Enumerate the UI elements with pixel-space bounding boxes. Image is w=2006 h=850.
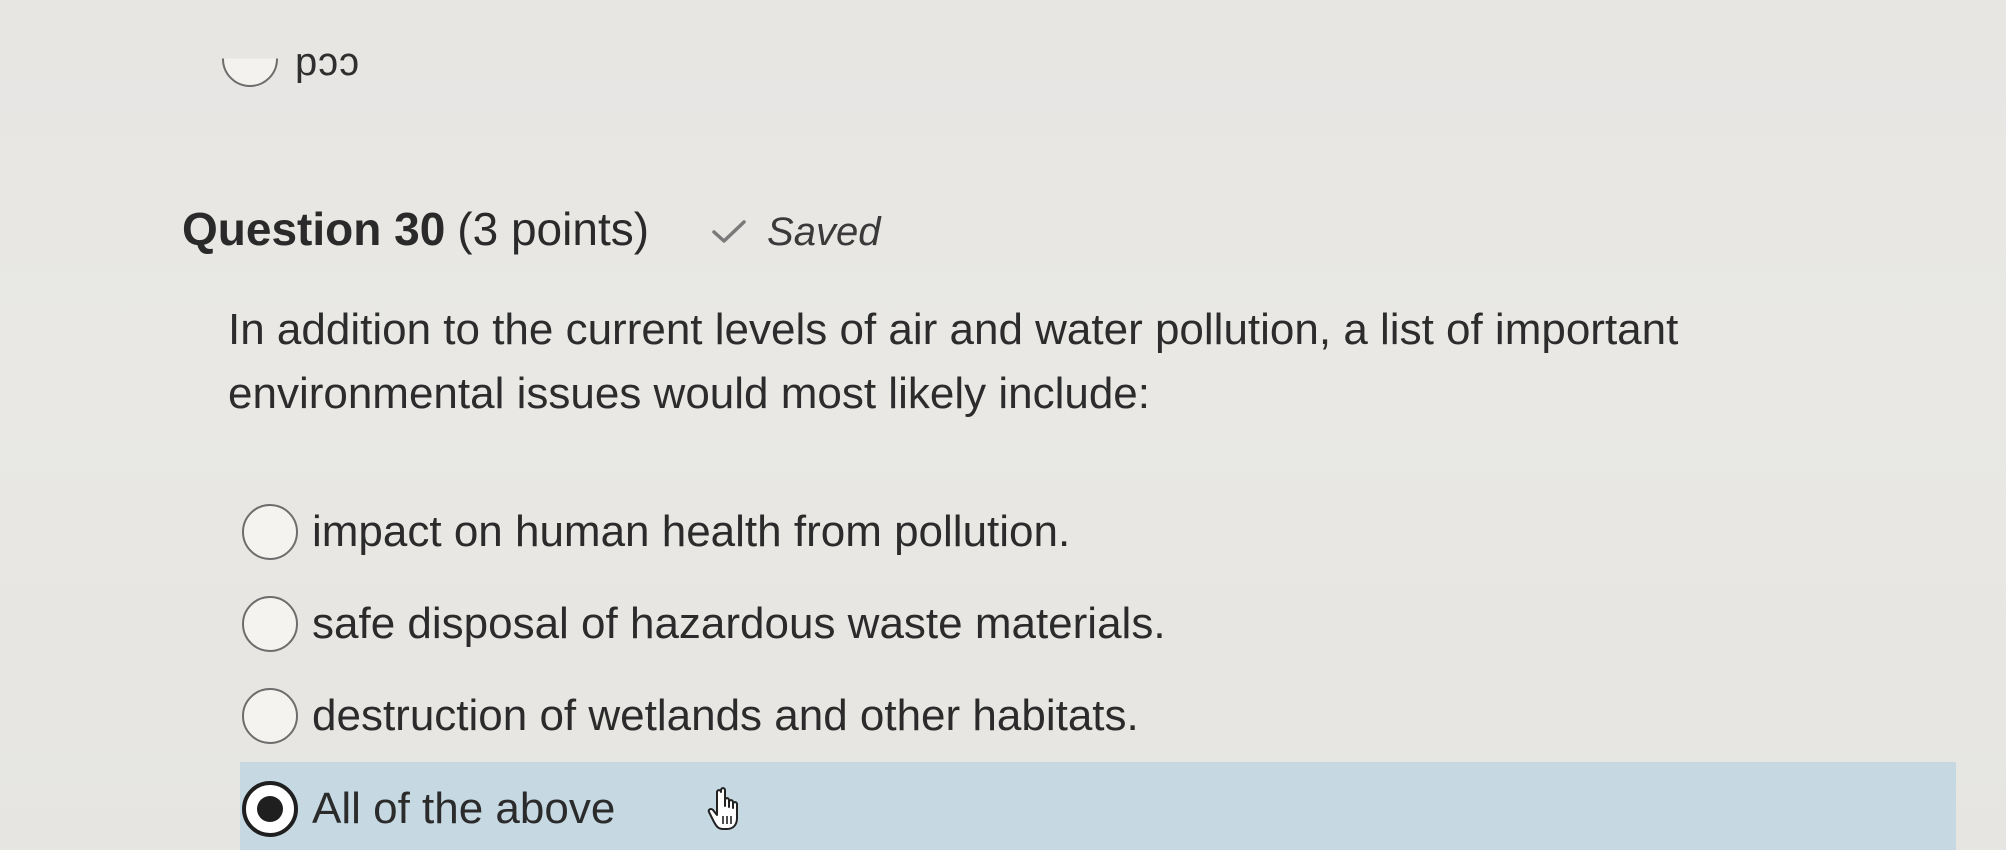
question-title: Question 30 <box>182 203 446 255</box>
check-icon <box>712 220 746 243</box>
answer-option[interactable]: destruction of wetlands and other habita… <box>240 670 1956 762</box>
hand-pointer-icon <box>708 787 739 830</box>
question-points: (3 points) <box>457 203 650 255</box>
answer-option-label: safe disposal of hazardous waste materia… <box>312 599 1166 648</box>
radio-button-selected[interactable] <box>242 781 298 837</box>
saved-status: Saved <box>711 210 880 255</box>
answer-option[interactable]: safe disposal of hazardous waste materia… <box>240 578 1956 670</box>
radio-button[interactable] <box>242 596 298 652</box>
answer-options: impact on human health from pollution. s… <box>240 486 1956 850</box>
radio-button[interactable] <box>242 504 298 560</box>
radio-button[interactable] <box>242 688 298 744</box>
saved-status-text: Saved <box>767 209 881 254</box>
answer-option-label: impact on human health from pollution. <box>312 507 1071 556</box>
answer-option[interactable]: impact on human health from pollution. <box>240 486 1956 578</box>
previous-option-radio[interactable] <box>222 58 278 87</box>
previous-option-label: ccd <box>294 45 360 89</box>
answer-option-selected[interactable]: All of the above <box>240 762 1956 850</box>
answer-option-label: destruction of wetlands and other habita… <box>312 691 1139 740</box>
question-text: In addition to the current levels of air… <box>228 305 1679 418</box>
question-header: Question 30 (3 points) Saved <box>182 202 880 256</box>
answer-option-label: All of the above <box>312 784 616 833</box>
radio-selected-dot <box>257 796 283 822</box>
previous-question-option[interactable]: ccd <box>222 45 359 89</box>
